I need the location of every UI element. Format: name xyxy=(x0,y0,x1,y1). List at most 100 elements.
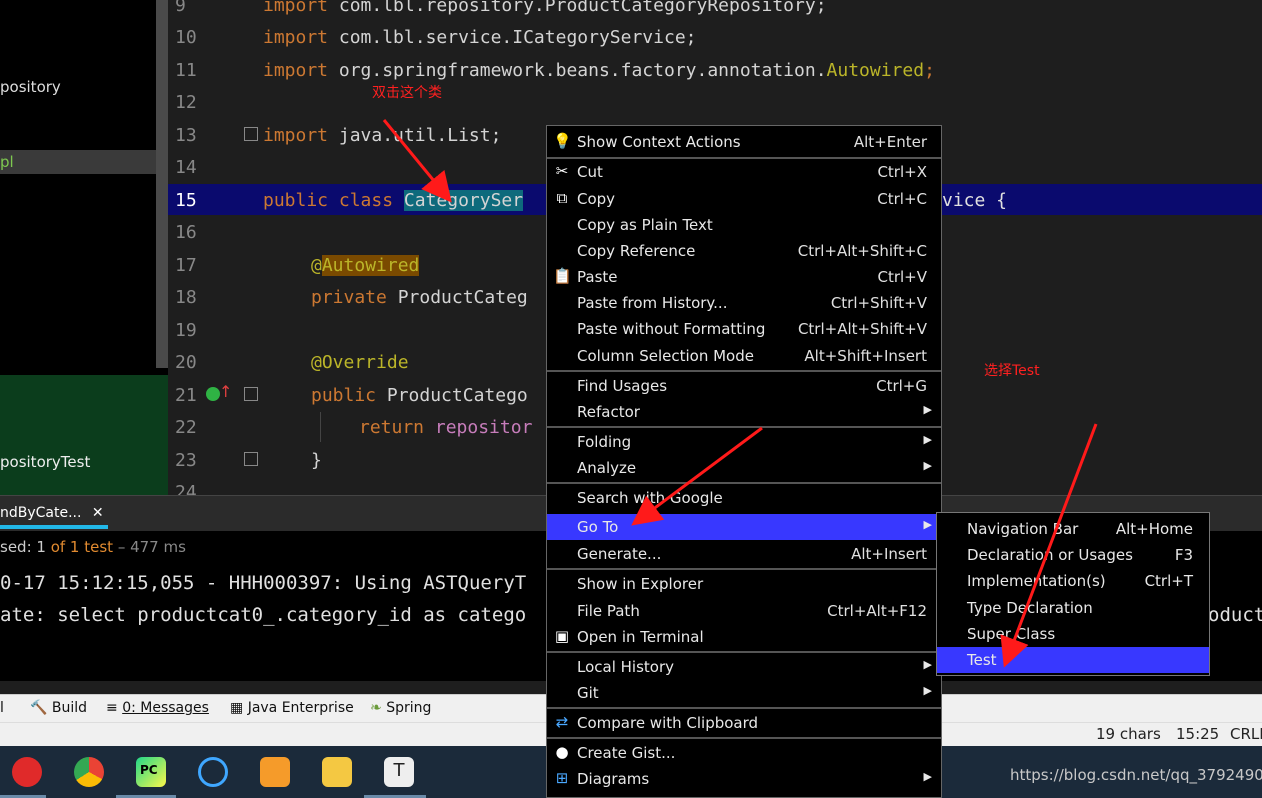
menu-item-local-history[interactable]: Local History ▶ xyxy=(547,654,941,680)
line-number: 21 xyxy=(175,385,197,406)
compare-icon: ⇄ xyxy=(555,713,569,731)
menu-item-show-context-actions[interactable]: 💡 Show Context Actions Alt+Enter xyxy=(547,129,941,155)
code-line-20: @Override xyxy=(311,352,409,373)
menu-item-compare-clipboard[interactable]: ⇄ Compare with Clipboard xyxy=(547,710,941,736)
submenu-arrow-icon: ▶ xyxy=(923,433,932,446)
menu-item-copy[interactable]: ⧉ Copy Ctrl+C xyxy=(547,186,941,212)
pycharm-icon[interactable]: PC xyxy=(136,757,166,787)
code-line-13: import java.util.List; xyxy=(263,125,502,146)
tool-item-spring[interactable]: ❧ Spring xyxy=(370,700,431,716)
tool-item-run[interactable]: l xyxy=(0,700,4,716)
menu-item-search-google[interactable]: Search with Google xyxy=(547,485,941,511)
menu-item-show-in-explorer[interactable]: Show in Explorer xyxy=(547,571,941,597)
annotation-select-test: 选择Test xyxy=(984,363,1040,379)
submenu-item-type-declaration[interactable]: Type Declaration xyxy=(937,595,1209,621)
netease-music-icon[interactable] xyxy=(12,757,42,787)
menu-item-copy-reference[interactable]: Copy Reference Ctrl+Alt+Shift+C xyxy=(547,238,941,264)
code-line-22: return repositor xyxy=(359,417,533,438)
annotation-double-click: 双击这个类 xyxy=(372,85,442,101)
fold-icon[interactable] xyxy=(244,127,258,141)
line-number: 10 xyxy=(175,27,197,48)
fold-icon[interactable] xyxy=(244,452,258,466)
menu-item-analyze[interactable]: Analyze ▶ xyxy=(547,455,941,481)
line-number: 14 xyxy=(175,157,197,178)
line-number: 12 xyxy=(175,92,197,113)
code-line-15: public class CategorySer xyxy=(263,190,524,211)
menu-item-git[interactable]: Git ▶ xyxy=(547,680,941,706)
line-number: 20 xyxy=(175,352,197,373)
submenu-arrow-icon: ▶ xyxy=(923,770,932,783)
enterprise-icon: ▦ xyxy=(230,700,244,716)
menu-item-cut[interactable]: ✂ Cut Ctrl+X xyxy=(547,159,941,185)
submenu-item-test[interactable]: Test xyxy=(937,647,1209,673)
line-number: 11 xyxy=(175,60,197,81)
list-icon: ≡ xyxy=(106,700,118,716)
line-number: 17 xyxy=(175,255,197,276)
close-icon[interactable]: ✕ xyxy=(92,505,104,521)
line-number: 19 xyxy=(175,320,197,341)
code-line-10: import com.lbl.service.ICategoryService; xyxy=(263,27,697,48)
menu-item-paste[interactable]: 📋 Paste Ctrl+V xyxy=(547,264,941,290)
test-status: sed: 1 of 1 test – 477 ms xyxy=(0,538,186,556)
chrome-icon[interactable] xyxy=(74,757,104,787)
menu-item-refactor[interactable]: Refactor ▶ xyxy=(547,399,941,425)
bulb-icon: 💡 xyxy=(553,132,572,150)
line-number: 22 xyxy=(175,417,197,438)
override-arrow-icon[interactable]: ↑ xyxy=(219,382,232,401)
terminal-icon: ▣ xyxy=(554,627,570,645)
file-explorer-icon[interactable] xyxy=(322,757,352,787)
menu-separator xyxy=(547,737,941,739)
status-caret-position[interactable]: 15:25 xyxy=(1176,725,1219,743)
menu-item-file-path[interactable]: File Path Ctrl+Alt+F12 xyxy=(547,598,941,624)
indent-guide xyxy=(320,412,321,442)
tool-item-build[interactable]: 🔨 Build xyxy=(30,700,87,716)
github-icon: ● xyxy=(555,743,569,761)
selected-class-name[interactable]: CategorySer xyxy=(403,190,524,211)
hammer-icon: 🔨 xyxy=(30,700,48,716)
tool-item-java-enterprise[interactable]: ▦ Java Enterprise xyxy=(230,700,354,716)
console-line: ate: select productcat0_.category_id as … xyxy=(0,604,527,626)
project-item[interactable]: pository xyxy=(0,78,61,96)
submenu-item-declaration[interactable]: Declaration or Usages F3 xyxy=(937,542,1209,568)
menu-item-find-usages[interactable]: Find Usages Ctrl+G xyxy=(547,373,941,399)
menu-separator xyxy=(547,651,941,653)
menu-item-generate[interactable]: Generate... Alt+Insert xyxy=(547,541,941,567)
diagram-icon: ⊞ xyxy=(555,769,569,787)
menu-separator xyxy=(547,568,941,570)
menu-item-paste-from-history[interactable]: Paste from History... Ctrl+Shift+V xyxy=(547,290,941,316)
menu-item-open-in-terminal[interactable]: ▣ Open in Terminal xyxy=(547,624,941,650)
submenu-item-implementations[interactable]: Implementation(s) Ctrl+T xyxy=(937,568,1209,594)
project-scrollbar[interactable] xyxy=(156,0,168,368)
scissors-icon: ✂ xyxy=(555,162,569,180)
project-item-test[interactable]: positoryTest xyxy=(0,453,90,471)
status-line-separator[interactable]: CRLF xyxy=(1230,725,1262,743)
video-player-icon[interactable] xyxy=(260,757,290,787)
tool-item-messages[interactable]: ≡ 0: Messages xyxy=(106,700,209,716)
menu-separator xyxy=(547,482,941,484)
line-number: 16 xyxy=(175,222,197,243)
console-line-tail: oducto xyxy=(1208,604,1262,626)
typora-icon[interactable]: T xyxy=(384,757,414,787)
code-line-9: import com.lbl.repository.ProductCategor… xyxy=(263,0,827,16)
code-line-11: import org.springframework.beans.factory… xyxy=(263,60,935,81)
submenu-item-navigation-bar[interactable]: Navigation Bar Alt+Home xyxy=(937,516,1209,542)
menu-item-paste-without-formatting[interactable]: Paste without Formatting Ctrl+Alt+Shift+V xyxy=(547,316,941,342)
status-selection-chars: 19 chars xyxy=(1096,725,1161,743)
menu-item-folding[interactable]: Folding ▶ xyxy=(547,429,941,455)
code-line-23: } xyxy=(311,450,322,471)
run-tab[interactable]: ndByCate... ✕ xyxy=(0,500,108,528)
menu-separator xyxy=(547,426,941,428)
line-number: 18 xyxy=(175,287,197,308)
menu-item-diagrams[interactable]: ⊞ Diagrams ▶ xyxy=(547,766,941,792)
app-icon[interactable] xyxy=(198,757,228,787)
submenu-item-super-class[interactable]: Super Class xyxy=(937,621,1209,647)
menu-item-go-to[interactable]: Go To ▶ xyxy=(547,514,941,540)
line-number: 9 xyxy=(175,0,186,16)
watermark: https://blog.csdn.net/qq_37924905 xyxy=(1010,766,1262,784)
menu-item-copy-plain-text[interactable]: Copy as Plain Text xyxy=(547,212,941,238)
menu-item-create-gist[interactable]: ● Create Gist... xyxy=(547,740,941,766)
menu-item-column-selection-mode[interactable]: Column Selection Mode Alt+Shift+Insert xyxy=(547,343,941,369)
fold-icon[interactable] xyxy=(244,387,258,401)
project-item-selected[interactable]: pl xyxy=(0,150,156,174)
implements-icon[interactable] xyxy=(206,387,220,401)
